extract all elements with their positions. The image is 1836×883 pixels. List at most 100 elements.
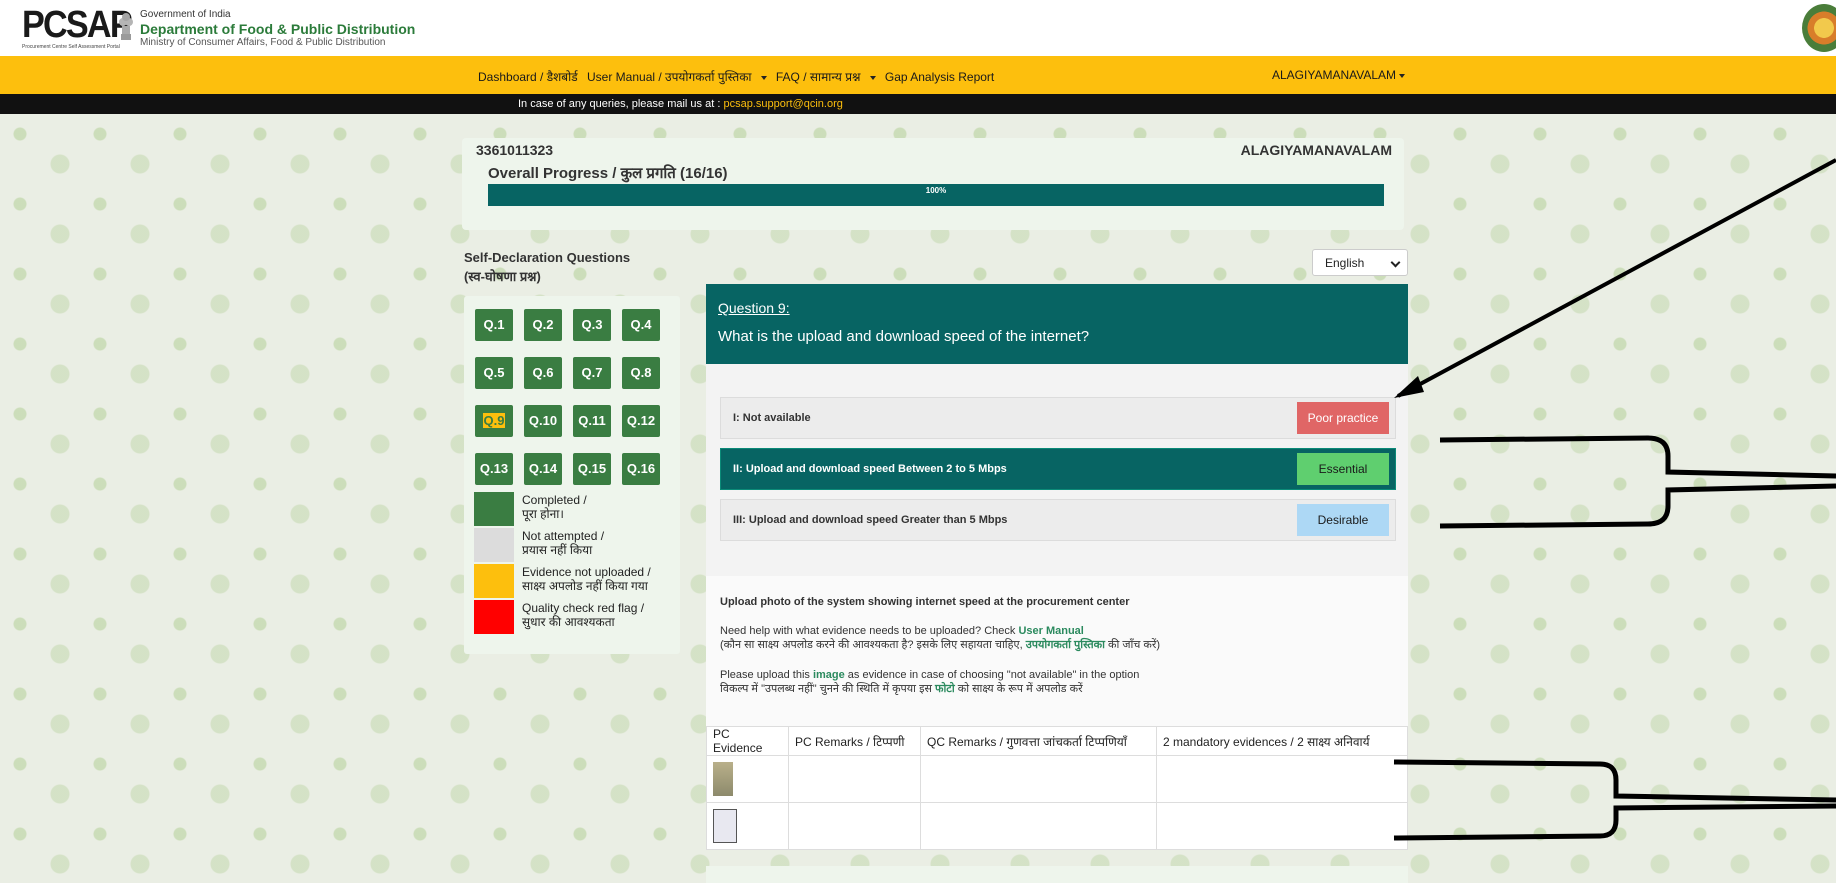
photo-link[interactable]: फोटो <box>935 683 955 695</box>
question-nav-panel: Completed / पूरा होना। Not attempted / प्र… <box>464 296 680 654</box>
help-prefix: Need help with what evidence needs to be… <box>720 625 1019 637</box>
help-hi-prefix: (कौन सा साक्ष्य अपलोड करने की आवश्यकता ह… <box>720 639 1026 651</box>
question-button-label: Q.7 <box>581 365 603 380</box>
question-button-label: Q.16 <box>626 461 656 476</box>
question-button-1[interactable]: Q.1 <box>475 309 513 341</box>
user-manual-link[interactable]: User Manual <box>1018 625 1083 637</box>
answer-option-1[interactable]: I: Not available Poor practice <box>720 397 1396 439</box>
chevron-down-icon <box>1390 257 1401 268</box>
mandatory-cell <box>1156 755 1408 803</box>
legend-hi: प्रयास नहीं किया <box>522 543 593 557</box>
question-button-label: Q.9 <box>482 413 506 428</box>
user-menu[interactable]: ALAGIYAMANAVALAM <box>1272 68 1406 82</box>
question-button-label: Q.8 <box>630 365 652 380</box>
language-select[interactable]: English <box>1312 249 1408 276</box>
center-name: ALAGIYAMANAVALAM <box>1240 142 1392 158</box>
support-bar: In case of any queries, please mail us a… <box>0 94 1836 114</box>
question-button-10[interactable]: Q.10 <box>524 405 562 437</box>
pc-remarks-cell <box>788 755 921 803</box>
question-button-label: Q.1 <box>483 317 505 332</box>
upload-prefix: Please upload this <box>720 669 813 681</box>
question-button-16[interactable]: Q.16 <box>622 453 660 485</box>
legend-red-flag: Quality check red flag / सुधार की आवश्यकत… <box>522 601 644 629</box>
upload-suffix: as evidence in case of choosing "not ava… <box>844 669 1140 681</box>
evidence-thumbnail[interactable] <box>713 762 733 796</box>
question-button-4[interactable]: Q.4 <box>622 309 660 341</box>
question-button-9[interactable]: Q.9 <box>475 405 513 437</box>
support-email-link[interactable]: pcsap.support@qcin.org <box>723 98 842 110</box>
option-label: I: Not available <box>733 412 811 424</box>
nav-user-manual[interactable]: User Manual / उपयोगकर्ता पुस्तिका <box>587 70 767 84</box>
question-button-label: Q.4 <box>630 317 652 332</box>
answer-option-2[interactable]: II: Upload and download speed Between 2 … <box>720 448 1396 490</box>
question-button-label: Q.10 <box>528 413 558 428</box>
question-button-label: Q.12 <box>626 413 656 428</box>
question-button-label: Q.15 <box>577 461 607 476</box>
mandatory-cell <box>1156 802 1408 850</box>
pcsap-logo[interactable]: PCSAP Procurement Centre Self Assessment… <box>22 4 133 50</box>
legend-evidence-not-uploaded: Evidence not uploaded / साक्ष्य अपलोड नही… <box>522 565 651 593</box>
question-text: What is the upload and download speed of… <box>718 328 1090 345</box>
nav-faq-label: FAQ / सामान्य प्रश्न <box>775 70 861 84</box>
question-button-2[interactable]: Q.2 <box>524 309 562 341</box>
evidence-thumbnail[interactable] <box>713 809 737 843</box>
legend-hi: साक्ष्य अपलोड नहीं किया गया <box>522 579 648 593</box>
logo-wordmark: PCSAP <box>22 4 133 46</box>
state-seal-icon <box>1802 4 1836 52</box>
user-name: ALAGIYAMANAVALAM <box>1272 68 1397 82</box>
legend-en: Evidence not uploaded / <box>522 565 651 579</box>
question-button-7[interactable]: Q.7 <box>573 357 611 389</box>
question-button-12[interactable]: Q.12 <box>622 405 660 437</box>
legend-swatch-red-flag <box>474 600 514 634</box>
option-label: II: Upload and download speed Between 2 … <box>733 463 1007 475</box>
col-pc-evidence: PC Evidence <box>706 726 789 756</box>
question-button-5[interactable]: Q.5 <box>475 357 513 389</box>
question-button-14[interactable]: Q.14 <box>524 453 562 485</box>
user-manual-hi-link[interactable]: उपयोगकर्ता पुस्तिका <box>1026 639 1105 651</box>
nav-gap-analysis[interactable]: Gap Analysis Report <box>885 70 994 84</box>
question-button-11[interactable]: Q.11 <box>573 405 611 437</box>
qc-remarks-cell <box>920 802 1157 850</box>
progress-card: 3361011323 ALAGIYAMANAVALAM Overall Prog… <box>462 138 1404 230</box>
main-nav: Dashboard / डैशबोर्ड User Manual / उपयोग… <box>0 56 1836 94</box>
evidence-instructions: Upload photo of the system showing inter… <box>706 576 1408 726</box>
nav-faq[interactable]: FAQ / सामान्य प्रश्न <box>776 70 876 84</box>
legend-en: Not attempted / <box>522 529 605 543</box>
table-header-row: PC Evidence PC Remarks / टिप्पणी QC Rema… <box>706 726 1408 756</box>
legend-swatch-not-attempted <box>474 528 514 562</box>
language-value: English <box>1325 256 1365 270</box>
question-button-label: Q.11 <box>578 413 606 428</box>
legend-en: Quality check red flag / <box>522 601 645 615</box>
question-button-label: Q.5 <box>483 365 505 380</box>
question-header: Question 9: What is the upload and downl… <box>706 284 1408 364</box>
question-button-label: Q.2 <box>532 317 554 332</box>
option-label: III: Upload and download speed Greater t… <box>733 514 1008 526</box>
legend-not-attempted: Not attempted / प्रयास नहीं किया <box>522 529 604 557</box>
upload-hi-prefix: विकल्प में "उपलब्ध नहीं" चुनने की स्थिति… <box>720 683 935 695</box>
option-badge: Poor practice <box>1297 402 1389 434</box>
question-button-8[interactable]: Q.8 <box>622 357 660 389</box>
chevron-down-icon <box>1399 73 1406 78</box>
image-link[interactable]: image <box>813 669 845 681</box>
help-hi-suffix: की जाँच करें) <box>1104 639 1161 651</box>
question-number: Question 9: <box>718 300 790 316</box>
answer-option-3[interactable]: III: Upload and download speed Greater t… <box>720 499 1396 541</box>
questions-heading: Self-Declaration Questions (स्व-घोषणा प्… <box>464 248 630 286</box>
legend-en: Completed / <box>522 493 587 507</box>
question-button-label: Q.14 <box>528 461 558 476</box>
evidence-cell <box>706 755 789 803</box>
question-button-6[interactable]: Q.6 <box>524 357 562 389</box>
gov-line3: Ministry of Consumer Affairs, Food & Pub… <box>140 37 386 48</box>
upload-hi-suffix: को साक्ष्य के रूप में अपलोड करें <box>954 683 1083 695</box>
questions-heading-hi: (स्व-घोषणा प्रश्न) <box>464 269 541 284</box>
evidence-cell <box>706 802 789 850</box>
question-button-13[interactable]: Q.13 <box>475 453 513 485</box>
table-row <box>706 802 1408 850</box>
nav-dashboard[interactable]: Dashboard / डैशबोर्ड <box>478 70 578 84</box>
support-text: In case of any queries, please mail us a… <box>518 98 843 110</box>
qc-remarks-cell <box>920 755 1157 803</box>
question-button-15[interactable]: Q.15 <box>573 453 611 485</box>
question-button-3[interactable]: Q.3 <box>573 309 611 341</box>
question-button-label: Q.6 <box>532 365 554 380</box>
progress-fill: 100% <box>488 184 1384 206</box>
